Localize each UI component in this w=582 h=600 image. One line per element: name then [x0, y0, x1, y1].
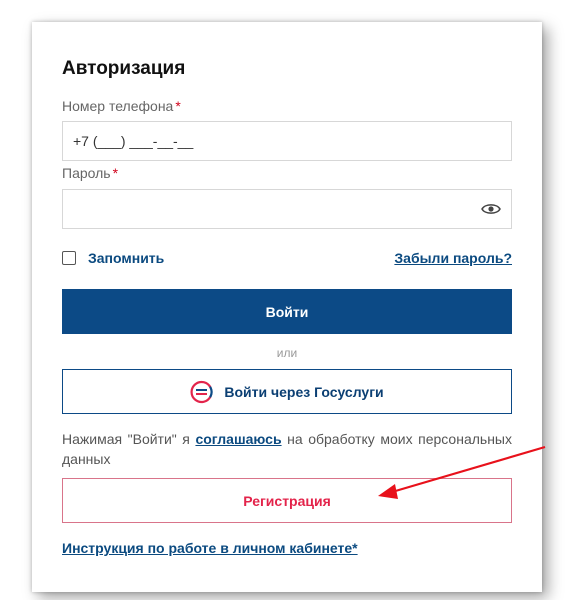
- login-card: Авторизация Номер телефона* Пароль* Запо…: [32, 22, 542, 592]
- remember-me[interactable]: Запомнить: [62, 250, 164, 266]
- eye-icon[interactable]: [481, 201, 501, 217]
- instructions-link[interactable]: Инструкция по работе в личном кабинете*: [62, 540, 358, 556]
- register-button[interactable]: Регистрация: [62, 478, 512, 523]
- consent-text-before: Нажимая "Войти" я: [62, 431, 196, 447]
- consent-text: Нажимая "Войти" я соглашаюсь на обработк…: [62, 429, 512, 469]
- gosuslugi-button-label: Войти через Госуслуги: [224, 383, 384, 400]
- remember-label: Запомнить: [88, 250, 165, 266]
- remember-checkbox[interactable]: [62, 251, 76, 265]
- phone-field[interactable]: [62, 121, 512, 161]
- gosuslugi-logo-icon: [190, 380, 214, 403]
- password-label: Пароль *: [62, 165, 118, 181]
- phone-label-text: Номер телефона: [62, 98, 174, 114]
- required-mark: *: [112, 165, 119, 181]
- password-input[interactable]: [63, 190, 483, 228]
- consent-link[interactable]: соглашаюсь: [195, 431, 281, 447]
- or-separator: или: [276, 346, 298, 360]
- login-button[interactable]: Войти: [62, 289, 512, 334]
- password-field[interactable]: [62, 189, 512, 229]
- forgot-password-link[interactable]: Забыли пароль?: [394, 250, 512, 266]
- required-mark: *: [175, 98, 181, 114]
- phone-input[interactable]: [63, 122, 483, 160]
- phone-label: Номер телефона *: [62, 98, 181, 114]
- password-label-text: Пароль: [62, 165, 111, 181]
- gosuslugi-login-button[interactable]: Войти через Госуслуги: [62, 369, 512, 414]
- page-title: Авторизация: [62, 58, 186, 79]
